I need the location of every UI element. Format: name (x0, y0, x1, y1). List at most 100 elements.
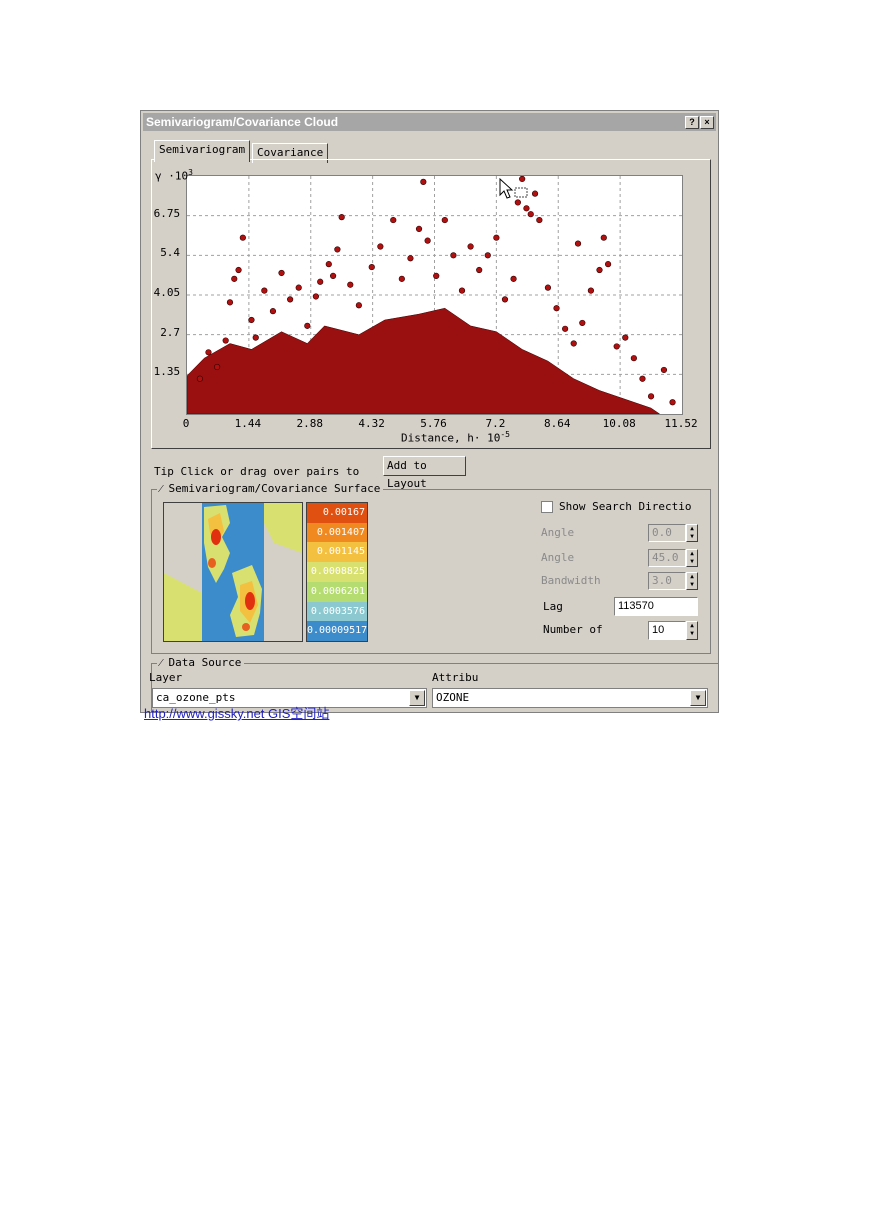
legend-entry: 0.001145 (307, 542, 367, 563)
scatter-point[interactable] (231, 275, 238, 282)
number-of-spinner[interactable]: ▲ ▼ (686, 621, 698, 640)
scatter-point[interactable] (420, 178, 427, 185)
scatter-point[interactable] (334, 246, 341, 253)
y-axis-label: γ ·103 (155, 168, 193, 183)
chevron-down-icon[interactable]: ▼ (409, 690, 425, 706)
surface-map[interactable] (163, 502, 303, 642)
help-button[interactable]: ? (685, 116, 699, 129)
scatter-point[interactable] (579, 319, 586, 327)
scatter-point[interactable] (424, 237, 431, 244)
scatter-point[interactable] (398, 275, 405, 282)
scatter-point[interactable] (441, 216, 448, 224)
legend-entry: 0.00009517 (307, 621, 367, 641)
bandwidth-field[interactable]: 3.0 (648, 572, 686, 590)
show-search-checkbox[interactable] (541, 501, 553, 513)
angle1-field[interactable]: 0.0 (648, 524, 686, 542)
watermark-link[interactable]: http://www.gissky.net GIS空间站 (144, 703, 329, 722)
scatter-point[interactable] (295, 284, 302, 291)
scatter-point[interactable] (222, 337, 229, 344)
scatter-point[interactable] (450, 252, 457, 259)
scatter-point[interactable] (407, 255, 414, 262)
scatter-point[interactable] (325, 261, 332, 268)
attribute-label: Attribu (432, 671, 479, 684)
attribute-select[interactable]: OZONE ▼ (432, 688, 708, 708)
scatter-point[interactable] (630, 355, 637, 362)
chevron-down-icon[interactable]: ▼ (690, 690, 706, 706)
number-of-label: Number of (543, 623, 603, 636)
scatter-point[interactable] (523, 205, 530, 212)
scatter-point[interactable] (467, 243, 474, 250)
scatter-point[interactable] (213, 363, 221, 371)
scatter-point[interactable] (304, 322, 311, 329)
scatter-point[interactable] (368, 263, 375, 271)
attribute-select-value: OZONE (436, 691, 470, 704)
number-of-field[interactable]: 10 (648, 621, 686, 640)
x-tick-label: 8.64 (544, 417, 571, 430)
tip-text: Tip Click or drag over pairs to (154, 465, 360, 478)
scatter-point[interactable] (527, 211, 534, 218)
scatter-point[interactable] (613, 343, 620, 350)
scatter-point[interactable] (604, 261, 612, 268)
scatter-point[interactable] (317, 278, 324, 285)
window-title: Semivariogram/Covariance Cloud (146, 115, 339, 129)
scatter-point[interactable] (261, 287, 268, 294)
close-button[interactable]: × (700, 116, 714, 129)
scatter-point[interactable] (587, 287, 595, 294)
scatter-point[interactable] (660, 366, 668, 374)
scatter-point[interactable] (501, 296, 509, 303)
scatter-point[interactable] (226, 299, 234, 306)
angle2-spinner[interactable]: ▲ ▼ (686, 549, 698, 567)
scatter-point[interactable] (205, 349, 212, 356)
scatter-point[interactable] (415, 225, 423, 232)
y-axis-exponent: 3 (188, 168, 193, 177)
scatter-point[interactable] (647, 393, 655, 400)
scatter-point[interactable] (390, 216, 397, 224)
scatter-point[interactable] (287, 296, 294, 303)
legend-entry: 0.001407 (307, 522, 367, 543)
bandwidth-spinner[interactable]: ▲ ▼ (686, 572, 698, 590)
scatter-point[interactable] (639, 375, 646, 382)
scatter-point[interactable] (570, 340, 577, 347)
scatter-point[interactable] (622, 334, 629, 341)
angle2-field[interactable]: 45.0 (648, 549, 686, 567)
scatter-point[interactable] (574, 240, 582, 247)
scatter-point[interactable] (252, 334, 259, 341)
angle1-spinner[interactable]: ▲ ▼ (686, 524, 698, 542)
semivariogram-plot[interactable] (186, 175, 683, 415)
scatter-point[interactable] (531, 190, 539, 197)
scatter-point[interactable] (377, 243, 384, 250)
scatter-point[interactable] (553, 305, 560, 312)
scatter-point[interactable] (669, 399, 676, 406)
scatter-point[interactable] (248, 316, 255, 324)
scatter-point[interactable] (600, 234, 607, 241)
scatter-point[interactable] (493, 234, 500, 241)
lag-field[interactable]: 113570 (614, 597, 698, 616)
scatter-point[interactable] (476, 266, 483, 274)
scatter-point[interactable] (536, 216, 543, 224)
scatter-point[interactable] (355, 302, 362, 309)
bandwidth-label: Bandwidth (541, 574, 601, 587)
x-axis-exponent: -5 (500, 430, 510, 439)
scatter-point[interactable] (544, 284, 552, 291)
tab-semivariogram[interactable]: Semivariogram (154, 140, 251, 162)
scatter-point[interactable] (458, 287, 466, 294)
scatter-point[interactable] (196, 375, 203, 382)
scatter-point[interactable] (278, 269, 285, 277)
scatter-point[interactable] (239, 234, 246, 241)
scatter-point[interactable] (347, 281, 354, 288)
scatter-point[interactable] (562, 325, 569, 332)
scatter-point[interactable] (269, 308, 277, 315)
add-to-layout-button[interactable]: Add to Layout (383, 456, 466, 490)
scatter-svg[interactable] (186, 175, 682, 415)
scatter-point[interactable] (312, 293, 320, 300)
scatter-point[interactable] (510, 275, 517, 282)
scatter-point[interactable] (329, 272, 337, 280)
x-tick-label: 4.32 (358, 417, 385, 430)
scatter-point[interactable] (484, 252, 491, 259)
scatter-point[interactable] (338, 214, 345, 221)
legend-entry: 0.0003576 (307, 601, 367, 622)
scatter-point[interactable] (596, 266, 603, 274)
scatter-point[interactable] (433, 272, 440, 280)
scatter-point[interactable] (235, 266, 242, 274)
surface-group-title: ⁄ Semivariogram/Covariance Surface (157, 482, 384, 495)
